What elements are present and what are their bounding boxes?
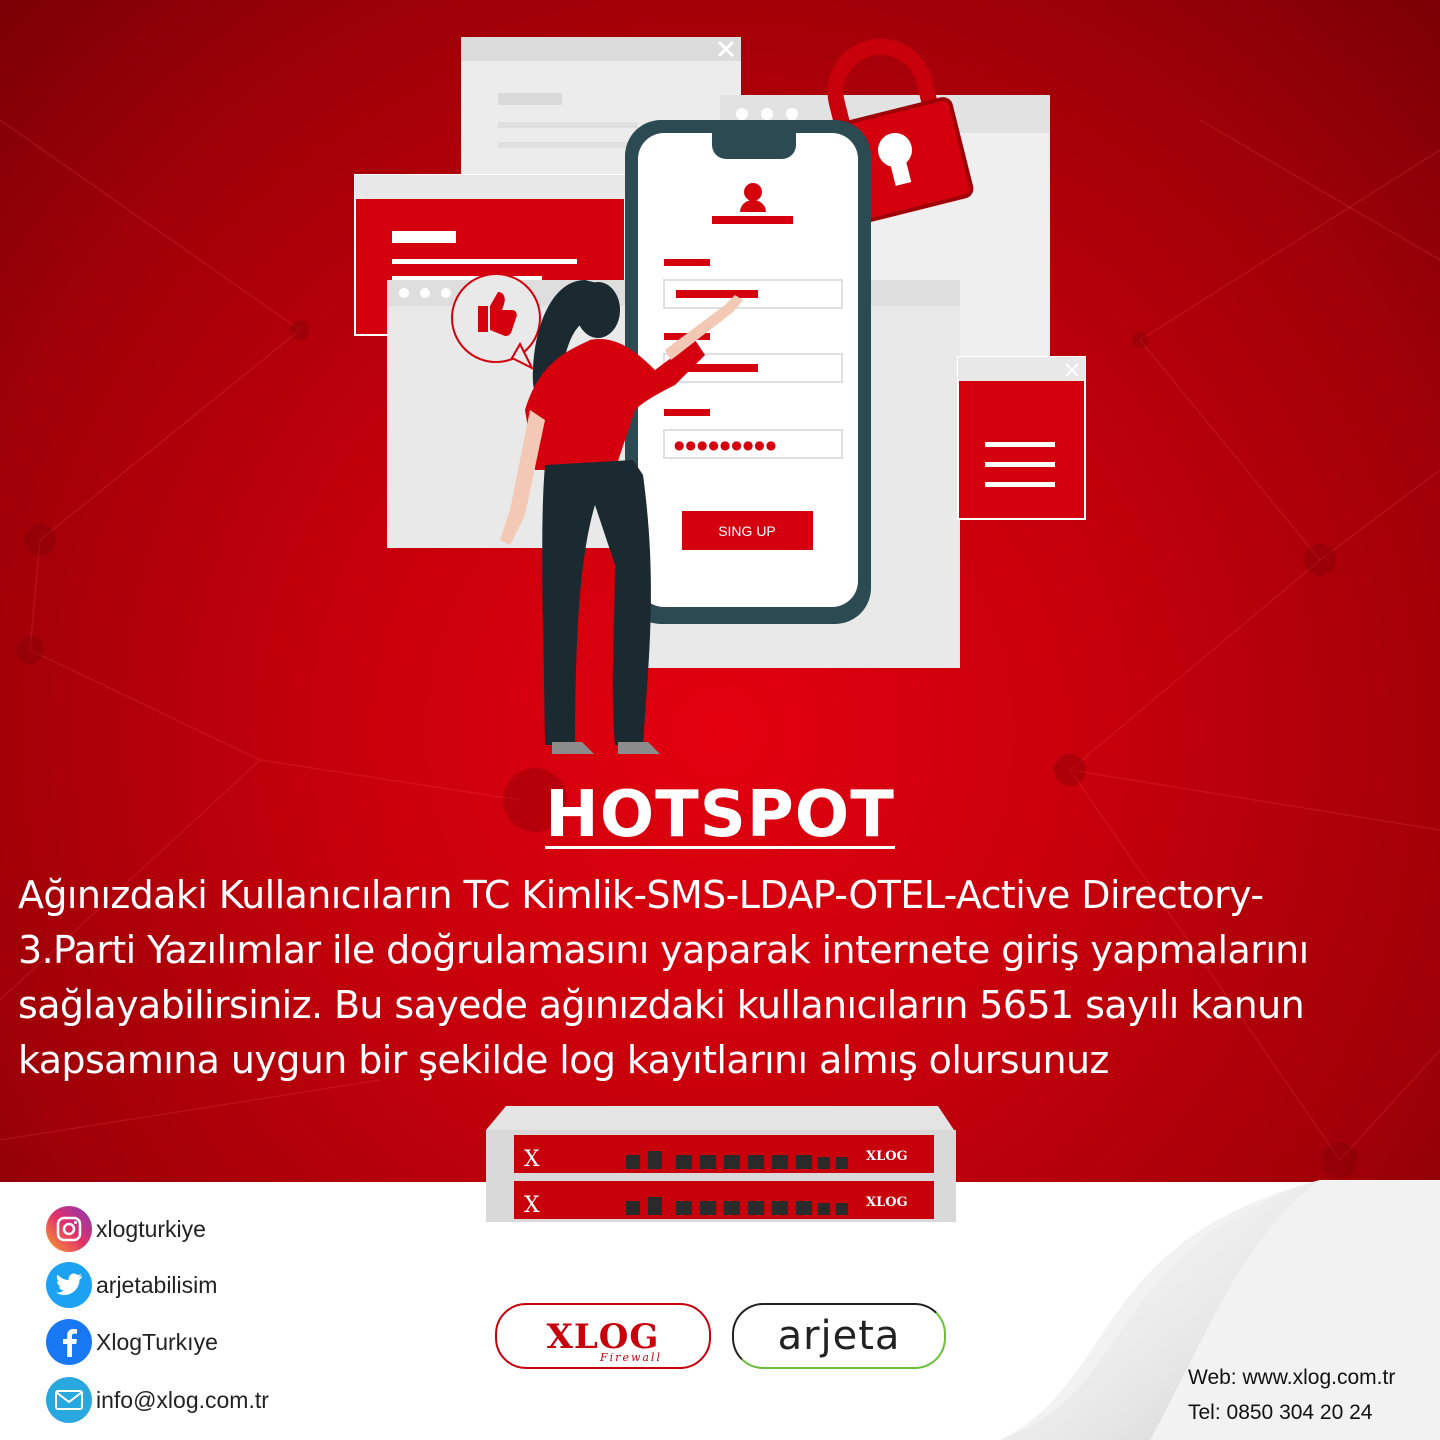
contact-info: Web: www.xlog.com.tr Tel: 0850 304 20 24 (1188, 1360, 1395, 1430)
description-line: Ağınızdaki Kullanıcıların TC Kimlik-SMS-… (18, 873, 1264, 917)
social-email[interactable]: info@xlog.com.tr (46, 1377, 269, 1423)
device-x-mark: X (524, 1147, 540, 1172)
xlog-logo-sub: Firewall (599, 1351, 662, 1364)
device-brand-mark: XLOG (866, 1195, 908, 1210)
title-underline (545, 846, 895, 849)
description-line: sağlayabilirsiniz. Bu sayede ağınızdaki … (18, 983, 1305, 1027)
device-x-mark: X (524, 1193, 540, 1218)
phone-text: Tel: 0850 304 20 24 (1188, 1401, 1373, 1424)
social-instagram[interactable]: xlogturkiye (46, 1206, 206, 1252)
device-brand-mark: XLOG (866, 1149, 908, 1164)
twitter-icon (46, 1262, 92, 1308)
social-facebook[interactable]: XlogTurkıye (46, 1319, 218, 1365)
facebook-handle: XlogTurkıye (96, 1328, 218, 1355)
social-twitter[interactable]: arjetabilisim (46, 1262, 217, 1308)
description-line: 3.Parti Yazılımlar ile doğrulamasını yap… (18, 928, 1309, 972)
description-line: kapsamına uygun bir şekilde log kayıtlar… (18, 1038, 1109, 1082)
password-mask: ●●●●●●●●● (674, 438, 777, 452)
arjeta-logo: arjeta (732, 1303, 946, 1369)
firewall-device-image: X XLOG X XLOG (486, 1106, 956, 1222)
mail-icon (46, 1377, 92, 1423)
arjeta-logo-text: arjeta (777, 1313, 901, 1359)
hero-title: HOTSPOT (545, 778, 895, 852)
website-text: Web: www.xlog.com.tr (1188, 1366, 1396, 1389)
hotspot-illustration: ●●●●●●●●● SING UP (354, 37, 1086, 754)
xlog-logo: XLOG Firewall (495, 1303, 711, 1369)
hero-description: Ağınızdaki Kullanıcıların TC Kimlik-SMS-… (18, 868, 1428, 1088)
hero-banner: ●●●●●●●●● SING UP HOTSPOT Ağınızdaki Kul… (0, 0, 1440, 1182)
email-address: info@xlog.com.tr (96, 1386, 269, 1413)
instagram-icon (46, 1206, 92, 1252)
facebook-icon (46, 1319, 92, 1365)
instagram-handle: xlogturkiye (96, 1215, 206, 1242)
twitter-handle: arjetabilisim (96, 1271, 218, 1298)
signup-label: SING UP (718, 523, 776, 539)
